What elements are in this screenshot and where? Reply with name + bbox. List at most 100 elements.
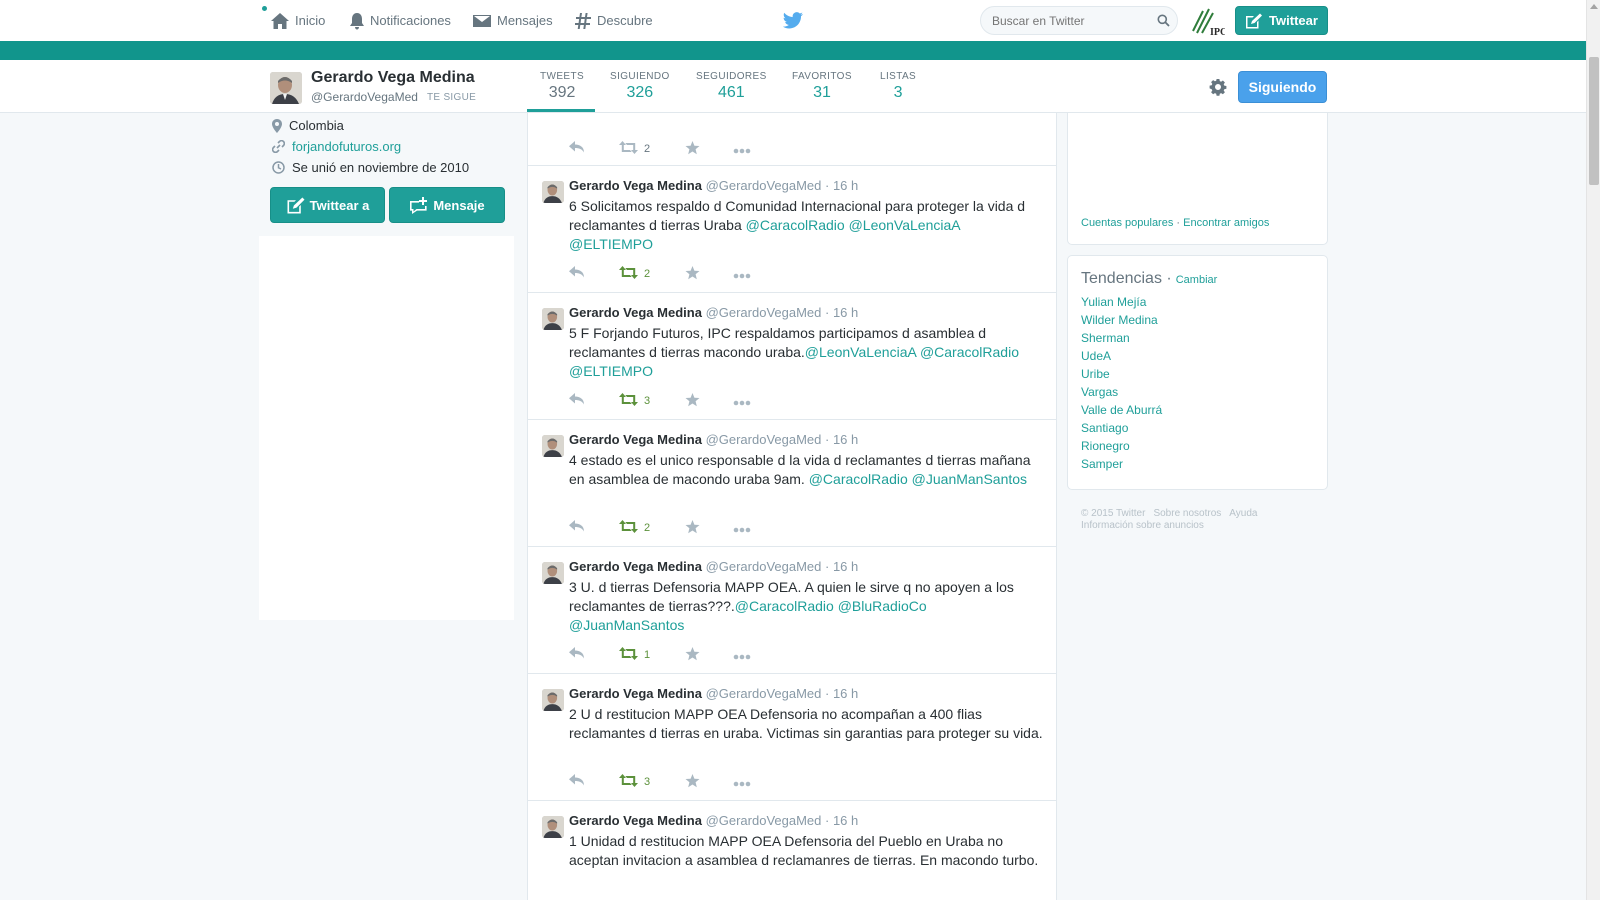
tweet-author-handle[interactable]: @GerardoVegaMed [706,813,822,828]
message-button[interactable]: Mensaje [389,187,505,223]
footer-ads-info-link[interactable]: Información sobre anuncios [1081,520,1204,531]
tweet-author-name[interactable]: Gerardo Vega Medina [569,432,702,447]
reply-button[interactable] [569,520,585,535]
trend-item[interactable]: Valle de Aburrá [1081,403,1162,417]
tweet-author-name[interactable]: Gerardo Vega Medina [569,686,702,701]
tweet-timestamp[interactable]: 16 h [833,432,858,447]
trend-item[interactable]: Yulian Mejía [1081,295,1146,309]
tweet-author-name[interactable]: Gerardo Vega Medina [569,178,702,193]
trend-item[interactable]: Uribe [1081,367,1110,381]
trend-item[interactable]: Samper [1081,457,1123,471]
trend-item[interactable]: UdeA [1081,349,1111,363]
retweet-icon [619,266,638,282]
more-options-button[interactable] [733,524,751,536]
reply-button[interactable] [569,393,585,408]
tweet-to-button[interactable]: Twittear a [270,187,385,223]
tweet-author-name[interactable]: Gerardo Vega Medina [569,813,702,828]
nav-discover[interactable]: Descubre [574,0,653,41]
nav-notifications[interactable]: Notificaciones [349,0,451,41]
more-options-button[interactable] [733,778,751,790]
nav-home[interactable]: Inicio [270,0,325,41]
popular-accounts-link[interactable]: Cuentas populares [1081,217,1173,229]
scroll-up-arrow[interactable] [1590,4,1598,9]
favorite-button[interactable] [685,393,700,410]
ipc-logo-avatar[interactable]: IPC [1191,5,1227,38]
more-options-button[interactable] [733,397,751,409]
tweet-item[interactable]: Gerardo Vega Medina @GerardoVegaMed · 16… [528,166,1056,293]
favorite-button[interactable] [685,141,700,158]
tweet-timestamp[interactable]: 16 h [833,686,858,701]
tweet-author-avatar[interactable] [542,308,564,330]
tweet-author-avatar[interactable] [542,816,564,838]
tweet-timestamp[interactable]: 16 h [833,559,858,574]
tweet-author-avatar[interactable] [542,689,564,711]
compose-tweet-button[interactable]: Twittear [1235,6,1328,35]
retweet-button[interactable]: 2 [619,266,650,282]
tweet-author-avatar[interactable] [542,435,564,457]
tweet-item[interactable]: Gerardo Vega Medina @GerardoVegaMed · 16… [528,801,1056,900]
tweet-author-handle[interactable]: @GerardoVegaMed [706,686,822,701]
stat-tweets[interactable]: TWEETS 392 [540,71,584,102]
twitter-bird-icon[interactable] [782,12,804,30]
footer-about-link[interactable]: Sobre nosotros [1153,508,1221,519]
search-icon[interactable] [1157,14,1170,27]
favorite-button[interactable] [685,647,700,664]
profile-website[interactable]: forjandofuturos.org [272,139,401,154]
profile-website-link[interactable]: forjandofuturos.org [292,139,401,154]
tweet-item[interactable]: Gerardo Vega Medina @GerardoVegaMed · 16… [528,420,1056,547]
retweet-button[interactable]: 2 [619,520,650,536]
tweet-author-avatar[interactable] [542,562,564,584]
retweet-button[interactable]: 1 [619,647,650,663]
stat-followers[interactable]: SEGUIDORES 461 [696,71,767,102]
more-options-button[interactable] [733,651,751,663]
trend-item[interactable]: Wilder Medina [1081,313,1158,327]
tweet-author-name[interactable]: Gerardo Vega Medina [569,305,702,320]
tweet-author-handle[interactable]: @GerardoVegaMed [706,305,822,320]
nav-messages[interactable]: Mensajes [472,0,553,41]
profile-handle[interactable]: @GerardoVegaMed [311,90,418,104]
reply-button[interactable] [569,647,585,662]
reply-button[interactable] [569,266,585,281]
favorite-button[interactable] [685,520,700,537]
footer-help-link[interactable]: Ayuda [1229,508,1257,519]
tweet-author-handle[interactable]: @GerardoVegaMed [706,178,822,193]
stat-favorites[interactable]: FAVORITOS 31 [792,71,852,102]
tweet-timestamp[interactable]: 16 h [833,813,858,828]
tweet-item[interactable]: Gerardo Vega Medina @GerardoVegaMed · 16… [528,674,1056,801]
profile-name[interactable]: Gerardo Vega Medina [311,69,475,87]
trend-item[interactable]: Rionegro [1081,439,1130,453]
trend-item[interactable]: Vargas [1081,385,1118,399]
stat-lists[interactable]: LISTAS 3 [880,71,916,102]
tweet-author-name[interactable]: Gerardo Vega Medina [569,559,702,574]
profile-avatar[interactable] [270,72,302,104]
stat-following[interactable]: SIGUIENDO 326 [610,71,670,102]
scrollbar-thumb[interactable] [1589,57,1599,185]
search-input[interactable] [980,6,1178,35]
reply-button[interactable] [569,774,585,789]
following-button[interactable]: Siguiendo [1238,71,1327,103]
page-scrollbar[interactable] [1586,0,1600,900]
tweet-text: 2 U d restitucion MAPP OEA Defensoria no… [569,706,1043,741]
tweet-timestamp[interactable]: 16 h [833,305,858,320]
retweet-button[interactable]: 3 [619,774,650,790]
retweet-button[interactable]: 2 [619,141,650,157]
more-options-button[interactable] [733,270,751,282]
stat-tweets-value: 392 [548,84,576,101]
gear-icon[interactable] [1209,78,1227,96]
favorite-button[interactable] [685,266,700,283]
reply-button[interactable] [569,141,585,156]
tweet-author-avatar[interactable] [542,181,564,203]
tweet-author-handle[interactable]: @GerardoVegaMed [706,432,822,447]
tweet-item[interactable]: Gerardo Vega Medina @GerardoVegaMed · 16… [528,547,1056,674]
tweet-author-handle[interactable]: @GerardoVegaMed [706,559,822,574]
tweet-item[interactable]: Gerardo Vega Medina @GerardoVegaMed · 16… [528,293,1056,420]
tweet-item[interactable]: @CristoBustos2 [528,113,1056,166]
tweet-timestamp[interactable]: 16 h [833,178,858,193]
retweet-button[interactable]: 3 [619,393,650,409]
favorite-button[interactable] [685,774,700,791]
find-friends-link[interactable]: Encontrar amigos [1183,217,1269,229]
more-options-button[interactable] [733,145,751,157]
trends-change-link[interactable]: Cambiar [1176,274,1218,286]
trend-item[interactable]: Sherman [1081,331,1130,345]
trend-item[interactable]: Santiago [1081,421,1128,435]
